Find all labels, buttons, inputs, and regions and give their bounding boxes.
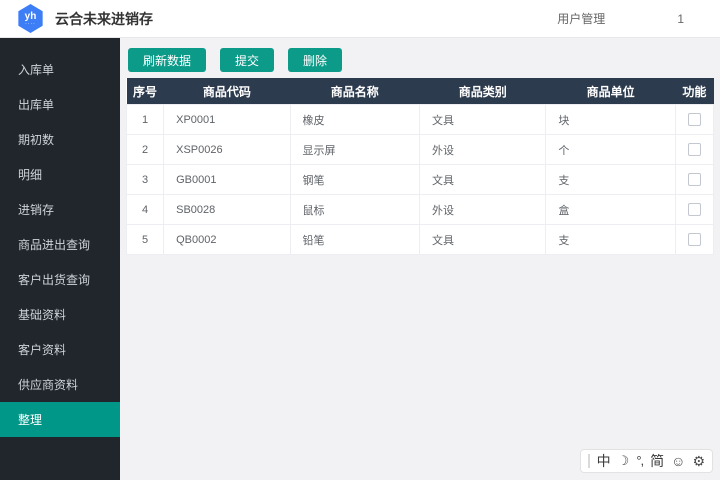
cell-product-code: GB0001 bbox=[164, 165, 290, 195]
sidebar-item-客户出货查询[interactable]: 客户出货查询 bbox=[0, 262, 120, 297]
cell-product-unit: 盒 bbox=[546, 195, 675, 225]
top-header: yh ···· 云合未来进销存 用户管理 1 bbox=[0, 0, 720, 38]
ime-gear-icon[interactable]: ⚙ bbox=[692, 450, 705, 472]
column-header: 序号 bbox=[127, 78, 164, 105]
ime-punctuation-toggle[interactable]: °, bbox=[636, 450, 643, 472]
main-content: 刷新数据 提交 删除 序号商品代码商品名称商品类别商品单位功能 1XP0001橡… bbox=[120, 38, 720, 480]
cell-product-code: QB0002 bbox=[164, 225, 290, 255]
products-table-wrap: 序号商品代码商品名称商品类别商品单位功能 1XP0001橡皮文具块2XSP002… bbox=[126, 78, 714, 255]
cell-product-category: 文具 bbox=[419, 225, 545, 255]
table-row: 2XSP0026显示屏外设个 bbox=[127, 135, 714, 165]
cell-product-unit: 块 bbox=[546, 105, 675, 135]
column-header: 功能 bbox=[675, 78, 713, 105]
column-header: 商品类别 bbox=[419, 78, 545, 105]
cell-product-name: 钢笔 bbox=[290, 165, 419, 195]
app-title: 云合未来进销存 bbox=[55, 9, 153, 29]
ime-halfwidth-moon-icon[interactable]: ☽ bbox=[618, 450, 630, 472]
sidebar-item-整理[interactable]: 整理 bbox=[0, 402, 120, 437]
cell-product-code: XP0001 bbox=[164, 105, 290, 135]
app-logo-icon: yh ···· bbox=[17, 4, 44, 33]
row-index: 4 bbox=[127, 195, 164, 225]
cell-product-name: 显示屏 bbox=[290, 135, 419, 165]
cell-product-category: 文具 bbox=[419, 165, 545, 195]
sidebar-item-基础资料[interactable]: 基础资料 bbox=[0, 297, 120, 332]
ime-language-toggle[interactable]: 中 bbox=[597, 450, 611, 472]
submit-button[interactable]: 提交 bbox=[220, 48, 274, 72]
table-header-row: 序号商品代码商品名称商品类别商品单位功能 bbox=[127, 78, 714, 105]
refresh-data-button[interactable]: 刷新数据 bbox=[128, 48, 206, 72]
sidebar-item-商品进出查询[interactable]: 商品进出查询 bbox=[0, 227, 120, 262]
cell-product-code: SB0028 bbox=[164, 195, 290, 225]
cell-product-name: 铅笔 bbox=[290, 225, 419, 255]
cell-product-unit: 支 bbox=[546, 225, 675, 255]
row-index: 2 bbox=[127, 135, 164, 165]
sidebar-item-供应商资料[interactable]: 供应商资料 bbox=[0, 367, 120, 402]
ime-emoji-icon[interactable]: ☺ bbox=[671, 450, 685, 472]
row-checkbox[interactable] bbox=[688, 233, 701, 246]
cell-product-name: 鼠标 bbox=[290, 195, 419, 225]
table-row: 1XP0001橡皮文具块 bbox=[127, 105, 714, 135]
row-checkbox[interactable] bbox=[688, 173, 701, 186]
row-index: 3 bbox=[127, 165, 164, 195]
row-checkbox[interactable] bbox=[688, 113, 701, 126]
cell-function bbox=[675, 135, 713, 165]
table-row: 3GB0001钢笔文具支 bbox=[127, 165, 714, 195]
sidebar-item-客户资料[interactable]: 客户资料 bbox=[0, 332, 120, 367]
cell-function bbox=[675, 195, 713, 225]
sidebar-item-期初数[interactable]: 期初数 bbox=[0, 122, 120, 157]
cell-product-name: 橡皮 bbox=[290, 105, 419, 135]
column-header: 商品名称 bbox=[290, 78, 419, 105]
cell-product-category: 文具 bbox=[419, 105, 545, 135]
table-row: 5QB0002铅笔文具支 bbox=[127, 225, 714, 255]
delete-button[interactable]: 删除 bbox=[288, 48, 342, 72]
row-checkbox[interactable] bbox=[688, 203, 701, 216]
row-index: 1 bbox=[127, 105, 164, 135]
user-count-badge[interactable]: 1 bbox=[677, 12, 684, 26]
row-index: 5 bbox=[127, 225, 164, 255]
ime-toolbar[interactable]: 中 ☽ °, 简 ☺ ⚙ bbox=[580, 449, 713, 473]
cell-product-category: 外设 bbox=[419, 135, 545, 165]
cell-product-unit: 支 bbox=[546, 165, 675, 195]
logo-dots: ···· bbox=[25, 22, 36, 26]
cell-function bbox=[675, 165, 713, 195]
user-management-menu[interactable]: 用户管理 bbox=[557, 10, 605, 27]
cell-function bbox=[675, 105, 713, 135]
table-row: 4SB0028鼠标外设盒 bbox=[127, 195, 714, 225]
cell-product-code: XSP0026 bbox=[164, 135, 290, 165]
sidebar-item-出库单[interactable]: 出库单 bbox=[0, 87, 120, 122]
table-body: 1XP0001橡皮文具块2XSP0026显示屏外设个3GB0001钢笔文具支4S… bbox=[127, 105, 714, 255]
sidebar-nav: 入库单出库单期初数明细进销存商品进出查询客户出货查询基础资料客户资料供应商资料整… bbox=[0, 38, 120, 480]
logo-text: yh bbox=[25, 12, 37, 22]
ime-simplified-toggle[interactable]: 简 bbox=[650, 450, 664, 472]
column-header: 商品单位 bbox=[546, 78, 675, 105]
ime-cursor bbox=[588, 454, 590, 468]
row-checkbox[interactable] bbox=[688, 143, 701, 156]
toolbar: 刷新数据 提交 删除 bbox=[120, 38, 720, 72]
column-header: 商品代码 bbox=[164, 78, 290, 105]
sidebar-item-明细[interactable]: 明细 bbox=[0, 157, 120, 192]
cell-function bbox=[675, 225, 713, 255]
products-table: 序号商品代码商品名称商品类别商品单位功能 1XP0001橡皮文具块2XSP002… bbox=[126, 78, 714, 255]
sidebar-item-入库单[interactable]: 入库单 bbox=[0, 52, 120, 87]
cell-product-unit: 个 bbox=[546, 135, 675, 165]
sidebar-item-进销存[interactable]: 进销存 bbox=[0, 192, 120, 227]
cell-product-category: 外设 bbox=[419, 195, 545, 225]
